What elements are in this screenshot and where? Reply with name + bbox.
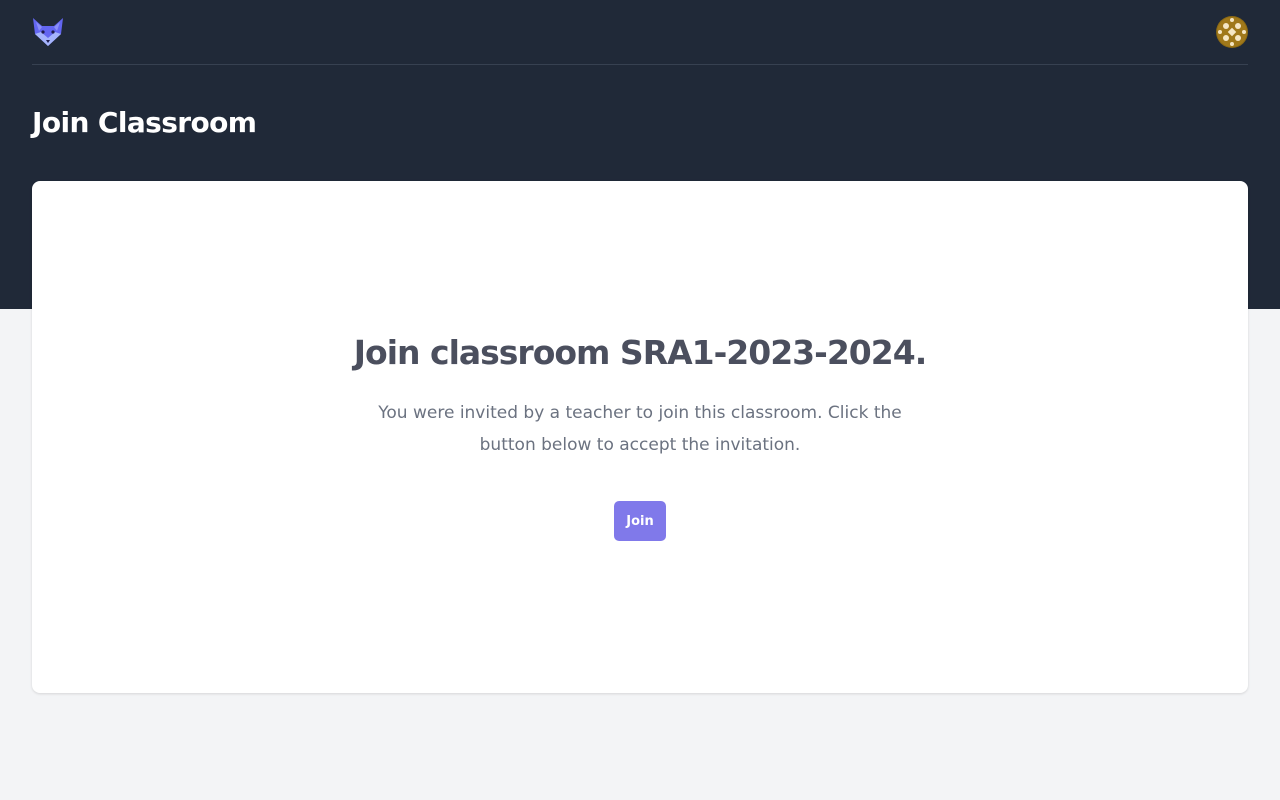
card-description: You were invited by a teacher to join th… xyxy=(378,403,902,455)
top-navbar xyxy=(32,0,1248,65)
fox-logo-icon[interactable] xyxy=(32,16,64,48)
join-button[interactable]: Join xyxy=(614,501,666,541)
join-card: Join classroom SRA1-2023-2024. You were … xyxy=(32,181,1248,693)
page-title: Join Classroom xyxy=(32,106,257,139)
user-avatar-icon[interactable] xyxy=(1216,16,1248,48)
card-heading: Join classroom SRA1-2023-2024. xyxy=(353,333,927,372)
